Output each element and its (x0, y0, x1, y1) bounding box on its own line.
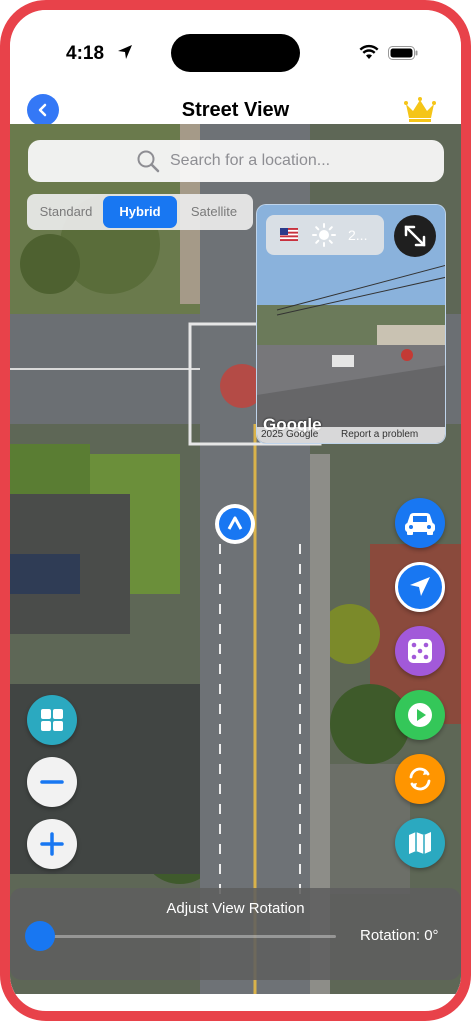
wifi-icon (359, 44, 379, 59)
driving-mode-button[interactable] (395, 498, 445, 548)
rotation-slider-thumb[interactable] (25, 921, 55, 951)
refresh-button[interactable] (395, 754, 445, 804)
zoom-in-button[interactable] (27, 819, 77, 869)
status-bar: 4:18 (10, 10, 461, 82)
map-type-standard[interactable]: Standard (29, 196, 103, 228)
play-icon (408, 703, 432, 727)
sun-icon (312, 223, 336, 247)
dynamic-island (171, 34, 300, 72)
battery-icon (388, 46, 418, 60)
grid-icon (41, 709, 63, 731)
rotation-panel: Adjust View Rotation Rotation: 0° (10, 888, 461, 980)
rotation-label: Adjust View Rotation (166, 900, 305, 917)
refresh-icon (409, 767, 431, 791)
weather-pill: 2... (266, 215, 384, 255)
car-icon (405, 513, 435, 535)
search-input[interactable]: Search for a location... (170, 152, 330, 170)
page-title: Street View (181, 99, 290, 121)
us-flag-icon (280, 228, 298, 241)
street-view-panel[interactable]: 2... Google 2025 Google Report a problem (256, 204, 446, 444)
search-bar[interactable]: Search for a location... (28, 140, 444, 182)
heading-arrow-icon (227, 516, 243, 530)
navigation-bar: Street View (10, 82, 461, 126)
satellite-map[interactable]: Search for a location... Standard Hybrid… (10, 124, 461, 994)
expand-arrows-icon (404, 225, 426, 247)
status-time: 4:18 (66, 43, 105, 64)
location-arrow-icon (410, 577, 430, 596)
rotation-value: Rotation: 0° (360, 927, 439, 944)
dice-icon (408, 639, 432, 663)
map-type-hybrid[interactable]: Hybrid (103, 196, 177, 228)
weather-text: 2... (348, 227, 368, 243)
report-problem-link[interactable]: Report a problem (341, 429, 418, 440)
crown-icon[interactable] (403, 96, 437, 124)
minus-icon (40, 780, 64, 784)
street-view-position-marker[interactable] (215, 504, 255, 544)
copyright-text: 2025 Google (261, 429, 319, 440)
random-location-button[interactable] (395, 626, 445, 676)
grid-button[interactable] (27, 695, 77, 745)
app-frame: 4:18 Street View Search for a location..… (0, 0, 471, 1021)
location-arrow-status-icon (118, 45, 132, 59)
search-icon (137, 150, 160, 173)
map-type-segmented-control: Standard Hybrid Satellite (27, 194, 253, 230)
map-type-satellite[interactable]: Satellite (177, 196, 251, 228)
map-button[interactable] (395, 818, 445, 868)
play-tour-button[interactable] (395, 690, 445, 740)
map-icon (409, 832, 431, 854)
zoom-out-button[interactable] (27, 757, 77, 807)
plus-icon (40, 832, 64, 856)
expand-button[interactable] (394, 215, 436, 257)
my-location-button[interactable] (395, 562, 445, 612)
street-view-footer: 2025 Google Report a problem (257, 427, 445, 443)
rotation-slider-track[interactable] (40, 935, 336, 938)
